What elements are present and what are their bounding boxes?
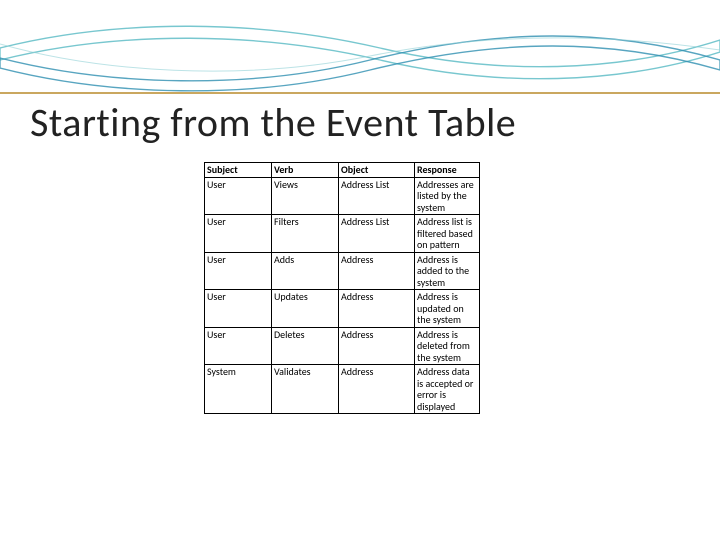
col-header-verb: Verb: [272, 163, 339, 178]
cell-response: Address is deleted from the system: [415, 327, 480, 365]
cell-response: Address data is accepted or error is dis…: [415, 365, 480, 414]
table-row: User Deletes Address Address is deleted …: [205, 327, 480, 365]
col-header-subject: Subject: [205, 163, 272, 178]
cell-object: Address List: [339, 215, 415, 253]
cell-subject: User: [205, 327, 272, 365]
table-row: User Filters Address List Address list i…: [205, 215, 480, 253]
cell-object: Address: [339, 252, 415, 290]
cell-object: Address: [339, 365, 415, 414]
cell-subject: User: [205, 215, 272, 253]
decorative-wave: [0, 0, 720, 95]
cell-verb: Deletes: [272, 327, 339, 365]
col-header-object: Object: [339, 163, 415, 178]
cell-verb: Filters: [272, 215, 339, 253]
cell-object: Address: [339, 327, 415, 365]
cell-verb: Views: [272, 177, 339, 215]
cell-response: Address list is filtered based on patter…: [415, 215, 480, 253]
table-row: System Validates Address Address data is…: [205, 365, 480, 414]
col-header-response: Response: [415, 163, 480, 178]
table-row: User Views Address List Addresses are li…: [205, 177, 480, 215]
cell-verb: Updates: [272, 290, 339, 328]
cell-object: Address: [339, 290, 415, 328]
cell-verb: Adds: [272, 252, 339, 290]
event-table: Subject Verb Object Response User Views …: [204, 162, 480, 414]
cell-subject: User: [205, 177, 272, 215]
cell-response: Addresses are listed by the system: [415, 177, 480, 215]
cell-subject: User: [205, 290, 272, 328]
wave-icon: [0, 0, 720, 95]
cell-subject: System: [205, 365, 272, 414]
page-title: Starting from the Event Table: [30, 98, 516, 147]
cell-response: Address is added to the system: [415, 252, 480, 290]
cell-object: Address List: [339, 177, 415, 215]
cell-response: Address is updated on the system: [415, 290, 480, 328]
table-row: User Adds Address Address is added to th…: [205, 252, 480, 290]
table-row: User Updates Address Address is updated …: [205, 290, 480, 328]
cell-subject: User: [205, 252, 272, 290]
table-header-row: Subject Verb Object Response: [205, 163, 480, 178]
cell-verb: Validates: [272, 365, 339, 414]
